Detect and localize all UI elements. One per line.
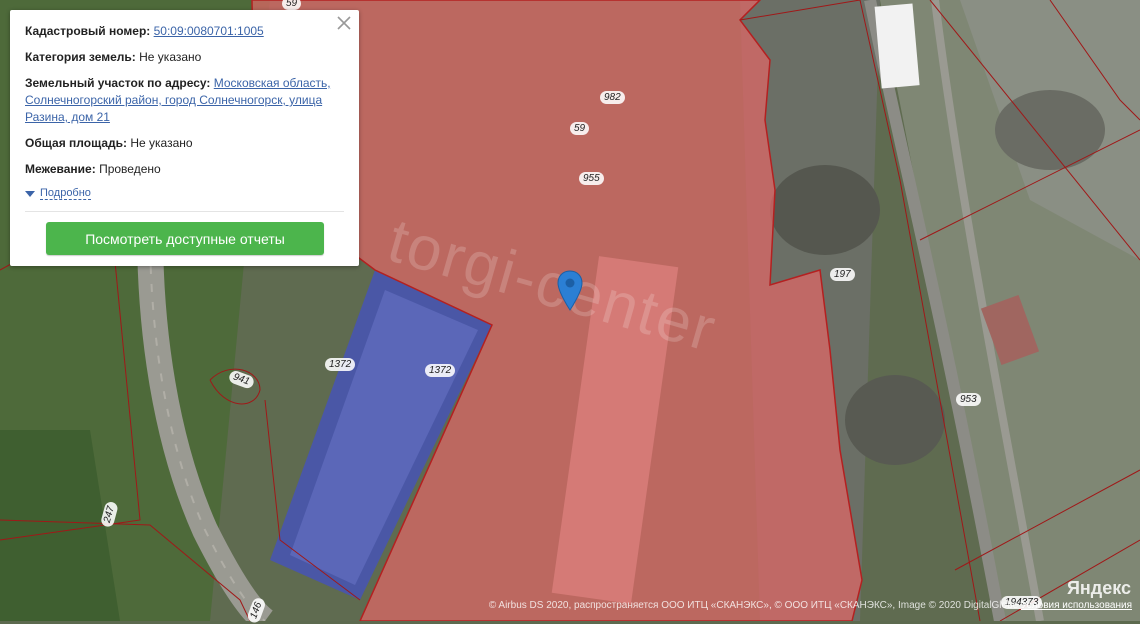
area-value: Не указано (130, 136, 193, 150)
parcel-label: 982 (600, 91, 625, 104)
land-category-label: Категория земель: (25, 50, 136, 64)
yandex-logo: Яндекс (1066, 578, 1131, 598)
parcel-label: 59 (282, 0, 302, 10)
parcel-label: 1372 (325, 358, 356, 371)
cadastral-number-row: Кадастровый номер: 50:09:0080701:1005 (25, 23, 344, 40)
parcel-label: 953 (956, 393, 981, 406)
parcel-info-popup: Кадастровый номер: 50:09:0080701:1005 Ка… (10, 10, 359, 266)
cadastral-number-link[interactable]: 50:09:0080701:1005 (154, 24, 264, 38)
area-label: Общая площадь: (25, 136, 128, 150)
divider (25, 211, 344, 212)
close-icon[interactable] (337, 16, 351, 30)
area-row: Общая площадь: Не указано (25, 135, 344, 152)
land-category-row: Категория земель: Не указано (25, 49, 344, 66)
cadastral-number-label: Кадастровый номер: (25, 24, 151, 38)
parcel-label: 197 (830, 268, 855, 281)
address-label: Земельный участок по адресу: (25, 76, 211, 90)
land-category-value: Не указано (139, 50, 202, 64)
details-toggle[interactable]: Подробно (25, 187, 344, 200)
location-pin-icon[interactable] (557, 270, 583, 312)
parcel-label: 59 (570, 122, 590, 135)
survey-row: Межевание: Проведено (25, 161, 344, 178)
address-row: Земельный участок по адресу: Московская … (25, 75, 344, 126)
triangle-down-icon (25, 190, 35, 197)
details-toggle-label[interactable]: Подробно (40, 187, 91, 200)
map-copyright: © Airbus DS 2020, распространяется ООО И… (489, 600, 1132, 611)
view-reports-button[interactable]: Посмотреть доступные отчеты (46, 222, 324, 255)
survey-label: Межевание: (25, 162, 96, 176)
copyright-text: © Airbus DS 2020, распространяется ООО И… (488, 600, 1019, 611)
terms-link[interactable]: Условия использования (1021, 600, 1132, 611)
parcel-label: 955 (579, 172, 604, 185)
parcel-label: 1372 (425, 364, 456, 377)
survey-value: Проведено (99, 162, 161, 176)
